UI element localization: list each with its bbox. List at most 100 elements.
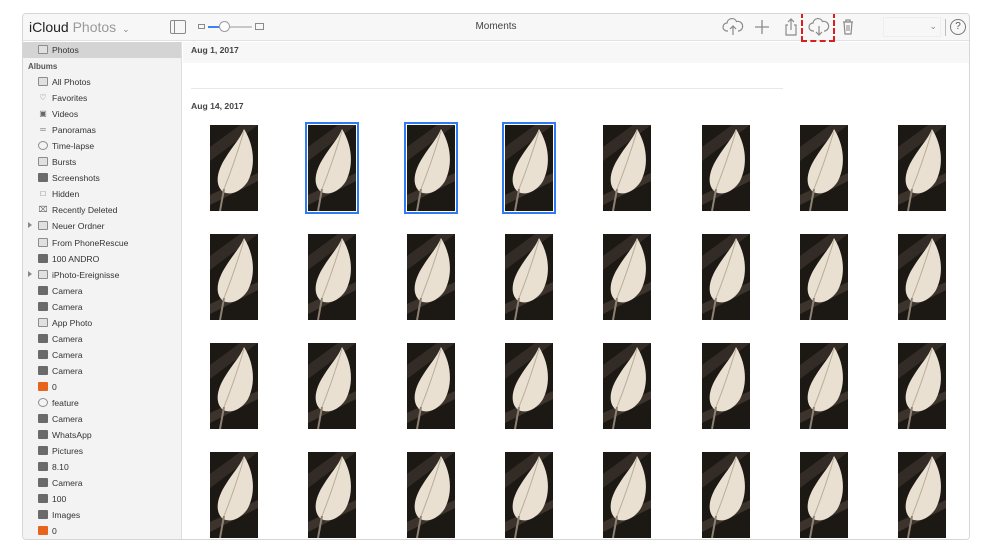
photo-thumbnail[interactable] (701, 343, 750, 429)
sidebar-item[interactable]: Time-lapse (23, 138, 181, 154)
sidebar-item[interactable]: 100 (23, 491, 181, 507)
photo-thumbnail[interactable] (799, 125, 848, 211)
sidebar-item-label: 0 (52, 381, 57, 392)
sidebar-item[interactable]: Camera (23, 331, 181, 347)
sidebar-item[interactable]: ♡ Favorites (23, 90, 181, 106)
sidebar-item[interactable]: ▣ Videos (23, 106, 181, 122)
photo-thumbnail[interactable] (210, 125, 258, 211)
sidebar-item-label: Neuer Ordner (52, 221, 105, 232)
sidebar-item[interactable]: All Photos (23, 74, 181, 90)
photo-thumbnail[interactable] (501, 122, 556, 214)
sidebar-item[interactable]: 100 ANDRO (23, 251, 181, 267)
photo-thumbnail[interactable] (308, 343, 357, 429)
sidebar-item[interactable]: Camera (23, 475, 181, 491)
zoom-slider-knob[interactable] (219, 21, 230, 32)
album-thumb-icon (38, 253, 48, 263)
photo-thumbnail[interactable] (305, 122, 360, 214)
disclosure-triangle-icon[interactable] (28, 270, 32, 277)
album-orange-icon (38, 381, 48, 391)
sidebar-toggle-icon[interactable] (170, 20, 186, 34)
sidebar-item-label: Bursts (52, 157, 77, 168)
sidebar-item[interactable]: App Photo (23, 315, 181, 331)
photo-thumbnail[interactable] (799, 452, 848, 538)
photo-thumbnail[interactable] (898, 343, 947, 429)
chevron-down-icon: ⌄ (929, 21, 937, 31)
sidebar-item-label: Recently Deleted (52, 205, 118, 216)
sidebar-item[interactable]: feature (23, 395, 181, 411)
sidebar-item[interactable]: Photos (23, 42, 181, 59)
icloud-photos-window: iCloud Photos ⌄ Moments ⌄ ? Photos Album… (22, 13, 970, 540)
brand-label: iCloud (29, 19, 69, 35)
sidebar-item[interactable]: 8.10 (23, 459, 181, 475)
trash-icon: ⌧ (38, 205, 48, 215)
photo-thumbnail[interactable] (210, 343, 258, 429)
album-thumb-icon (38, 494, 48, 504)
trash-icon[interactable] (837, 16, 859, 38)
help-icon[interactable]: ? (950, 19, 966, 35)
photo-thumbnail[interactable] (504, 234, 553, 320)
sidebar-item[interactable]: Images (23, 507, 181, 523)
sidebar-item[interactable]: Camera (23, 363, 181, 379)
app-title[interactable]: iCloud Photos ⌄ (29, 19, 130, 35)
disclosure-triangle-icon[interactable] (28, 222, 32, 229)
sidebar-item[interactable]: Camera (23, 299, 181, 315)
photos-icon (38, 45, 48, 54)
photo-thumbnail[interactable] (406, 234, 455, 320)
photo-thumbnail[interactable] (603, 234, 652, 320)
sidebar-item[interactable]: iPhoto-Ereignisse (23, 267, 181, 283)
album-select[interactable]: ⌄ (883, 17, 941, 37)
sidebar-item[interactable]: 0 (23, 379, 181, 395)
album-thumb-icon (38, 365, 48, 375)
sidebar-item[interactable]: Neuer Ordner (23, 218, 181, 234)
add-icon[interactable] (751, 16, 773, 38)
photo-thumbnail[interactable] (210, 452, 258, 538)
sidebar-item-label: Camera (52, 365, 83, 376)
share-icon[interactable] (780, 16, 802, 38)
small-thumbnail-icon (198, 24, 205, 29)
sidebar-item[interactable]: Screenshots (23, 170, 181, 186)
photo-thumbnail[interactable] (504, 452, 553, 538)
sidebar-item[interactable]: Bursts (23, 154, 181, 170)
album-thumb-icon (38, 462, 48, 472)
photo-thumbnail[interactable] (308, 452, 357, 538)
sidebar-item-label: Camera (52, 285, 83, 296)
photo-thumbnail[interactable] (799, 234, 848, 320)
sidebar-item[interactable]: Camera (23, 283, 181, 299)
sidebar-item-label: 8.10 (52, 462, 69, 473)
sidebar-item[interactable]: 0 (23, 523, 181, 539)
photo-thumbnail[interactable] (603, 125, 652, 211)
upload-icon[interactable] (722, 16, 744, 38)
photo-thumbnail[interactable] (504, 343, 553, 429)
sidebar-item[interactable]: Pictures (23, 443, 181, 459)
sidebar-item[interactable]: ⌧ Recently Deleted (23, 202, 181, 218)
photo-thumbnail[interactable] (406, 343, 455, 429)
zoom-slider[interactable] (198, 20, 264, 34)
photo-thumbnail[interactable] (898, 125, 947, 211)
sidebar-item-label: Videos (52, 109, 79, 120)
photo-thumbnail[interactable] (603, 452, 652, 538)
app-name: Photos (72, 19, 117, 35)
sidebar-item[interactable]: From PhoneRescue (23, 235, 181, 251)
sidebar-item[interactable]: WhatsApp (23, 427, 181, 443)
sidebar-item-label: App Photo (52, 317, 93, 328)
sidebar-item-label: 0 (52, 526, 57, 537)
sidebar-item[interactable]: ═ Panoramas (23, 122, 181, 138)
sidebar-item[interactable]: Camera (23, 347, 181, 363)
photo-thumbnail[interactable] (701, 452, 750, 538)
photo-thumbnail[interactable] (603, 343, 652, 429)
heart-icon: ♡ (39, 93, 47, 103)
photo-thumbnail[interactable] (799, 343, 848, 429)
panorama-icon: ═ (40, 125, 46, 135)
photo-thumbnail[interactable] (403, 122, 458, 214)
photo-thumbnail[interactable] (898, 234, 947, 320)
photo-grid-area[interactable]: Aug 1, 2017 Aug 14, 2017 (183, 42, 969, 539)
album-thumb-icon (38, 285, 48, 295)
sidebar-item[interactable]: Camera (23, 411, 181, 427)
sidebar-item[interactable]: □ Hidden (23, 186, 181, 202)
photo-thumbnail[interactable] (210, 234, 258, 320)
photo-thumbnail[interactable] (308, 234, 357, 320)
photo-thumbnail[interactable] (898, 452, 947, 538)
photo-thumbnail[interactable] (701, 125, 750, 211)
photo-thumbnail[interactable] (406, 452, 455, 538)
photo-thumbnail[interactable] (701, 234, 750, 320)
